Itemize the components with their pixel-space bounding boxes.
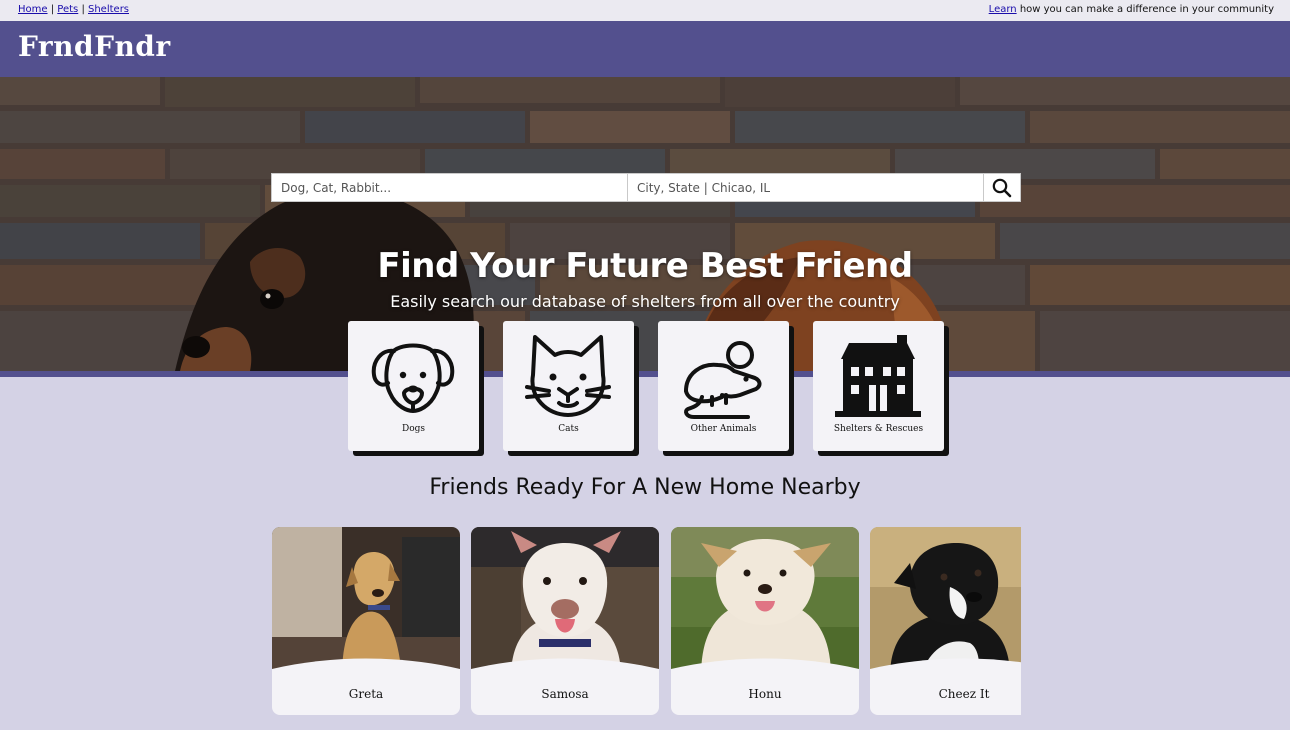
- breadcrumb-nav: Home | Pets | Shelters: [18, 4, 129, 15]
- promo-message: Learn how you can make a difference in y…: [989, 4, 1274, 15]
- pet-name: Samosa: [541, 687, 589, 701]
- location-search-input[interactable]: [628, 174, 984, 201]
- pet-carousel: Greta Samosa Honu Cheez It: [271, 527, 1021, 717]
- nav-link-pets[interactable]: Pets: [57, 4, 78, 15]
- cat-icon: [525, 335, 611, 417]
- learn-link[interactable]: Learn: [989, 4, 1017, 15]
- category-label: Shelters & Rescues: [833, 424, 924, 434]
- hero-background-image: [0, 77, 1290, 371]
- site-logo[interactable]: FrndFndr: [18, 30, 171, 63]
- hero-banner: [0, 77, 1290, 371]
- photo-wave: [870, 658, 1021, 679]
- category-card-other-animals[interactable]: Other Animals: [658, 321, 789, 451]
- pet-name: Honu: [748, 687, 782, 701]
- category-card-shelters-rescues[interactable]: Shelters & Rescues: [813, 321, 944, 451]
- nearby-section-title: Friends Ready For A New Home Nearby: [429, 475, 861, 500]
- nav-separator: |: [50, 4, 55, 15]
- category-label: Other Animals: [690, 424, 757, 434]
- dog-icon: [371, 343, 455, 413]
- search-bar: [271, 173, 1021, 202]
- pet-card-samosa[interactable]: Samosa: [471, 527, 659, 715]
- site-header: FrndFndr: [0, 21, 1290, 77]
- category-label: Cats: [558, 424, 579, 434]
- hero-title: Find Your Future Best Friend: [377, 246, 913, 286]
- category-card-dogs[interactable]: Dogs: [348, 321, 479, 451]
- hero-divider: [0, 371, 1290, 377]
- pet-card-honu[interactable]: Honu: [671, 527, 859, 715]
- category-card-cats[interactable]: Cats: [503, 321, 634, 451]
- nav-separator: |: [81, 4, 85, 15]
- hero-subtitle: Easily search our database of shelters f…: [390, 292, 900, 311]
- pet-card-greta[interactable]: Greta: [272, 527, 460, 715]
- building-icon: [835, 335, 921, 417]
- photo-wave: [671, 658, 859, 679]
- pet-card-cheez-it[interactable]: Cheez It: [870, 527, 1021, 715]
- search-icon: [992, 178, 1012, 197]
- pet-name: Cheez It: [938, 687, 990, 701]
- promo-text: how you can make a difference in your co…: [1019, 4, 1274, 15]
- photo-wave: [272, 658, 460, 679]
- nav-link-home[interactable]: Home: [18, 4, 48, 15]
- category-label: Dogs: [401, 424, 425, 434]
- pet-name: Greta: [348, 687, 384, 701]
- nav-link-shelters[interactable]: Shelters: [88, 4, 129, 15]
- mouse-icon: [684, 341, 762, 419]
- photo-wave: [471, 658, 659, 679]
- animal-search-input[interactable]: [272, 174, 628, 201]
- utility-bar: Home | Pets | Shelters Learn how you can…: [0, 0, 1290, 21]
- search-button[interactable]: [984, 174, 1020, 201]
